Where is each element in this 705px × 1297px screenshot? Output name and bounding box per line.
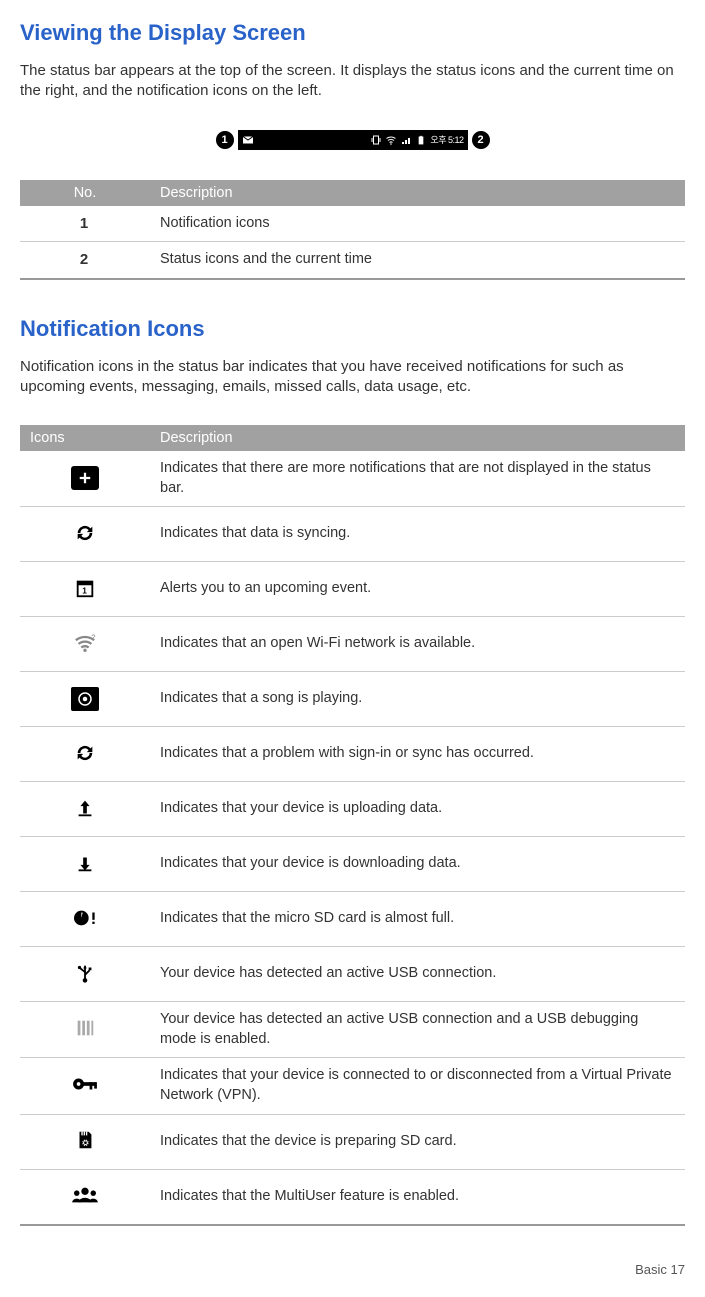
music-playing-icon: [71, 687, 99, 711]
statusbar-diagram: 1 오후 5:12 2: [20, 130, 685, 150]
icon-cell: [20, 947, 150, 1002]
no-cell: 1: [20, 206, 150, 242]
callout-2-icon: 2: [472, 131, 490, 149]
icon-cell: [20, 782, 150, 837]
notification-icons-table: Icons Description Indicates that there a…: [20, 425, 685, 1225]
vpn-icon: [71, 1072, 99, 1096]
signal-icon: [400, 134, 412, 146]
no-cell: 2: [20, 242, 150, 279]
table-row: Indicates that the micro SD card is almo…: [20, 892, 685, 947]
table-row: Your device has detected an active USB c…: [20, 1002, 685, 1058]
table2-header-icons: Icons: [20, 425, 150, 451]
upload-icon: [71, 796, 99, 820]
icon-cell: [20, 727, 150, 782]
desc-cell: Your device has detected an active USB c…: [150, 947, 685, 1002]
sd-almost-full-icon: [71, 906, 99, 930]
desc-cell: Notification icons: [150, 206, 685, 242]
table-row: 1 Alerts you to an upcoming event.: [20, 562, 685, 617]
desc-cell: Indicates that an open Wi-Fi network is …: [150, 617, 685, 672]
desc-cell: Indicates that there are more notificati…: [150, 451, 685, 507]
desc-cell: Indicates that the MultiUser feature is …: [150, 1169, 685, 1225]
multi-user-icon: [71, 1183, 99, 1207]
table-row: ? Indicates that an open Wi-Fi network i…: [20, 617, 685, 672]
table-row: Indicates that your device is connected …: [20, 1058, 685, 1114]
heading-notification-icons: Notification Icons: [20, 316, 685, 342]
calendar-event-icon: 1: [71, 576, 99, 600]
heading-viewing-display-screen: Viewing the Display Screen: [20, 20, 685, 46]
wifi-icon: [385, 134, 397, 146]
mail-icon: [242, 134, 254, 146]
table-row: Indicates that a problem with sign-in or…: [20, 727, 685, 782]
statusbar-parts-table: No. Description 1 Notification icons 2 S…: [20, 180, 685, 280]
download-icon: [71, 851, 99, 875]
page-footer: Basic 17: [20, 1262, 685, 1277]
statusbar-time: 오후 5:12: [430, 133, 463, 146]
table-row: Indicates that data is syncing.: [20, 507, 685, 562]
battery-icon: [415, 134, 427, 146]
desc-cell: Alerts you to an upcoming event.: [150, 562, 685, 617]
table-row: 2 Status icons and the current time: [20, 242, 685, 279]
icon-cell: [20, 1058, 150, 1114]
sd-preparing-icon: [71, 1128, 99, 1152]
icon-cell: [20, 672, 150, 727]
intro-paragraph-1: The status bar appears at the top of the…: [20, 61, 685, 102]
table-row: Indicates that your device is uploading …: [20, 782, 685, 837]
table-row: Indicates that there are more notificati…: [20, 451, 685, 507]
icon-cell: [20, 1002, 150, 1058]
icon-cell: [20, 451, 150, 507]
icon-cell: [20, 1169, 150, 1225]
table-row: 1 Notification icons: [20, 206, 685, 242]
statusbar-graphic: 오후 5:12: [238, 130, 468, 150]
desc-cell: Indicates that your device is downloadin…: [150, 837, 685, 892]
svg-text:1: 1: [82, 586, 87, 595]
icon-cell: [20, 507, 150, 562]
more-notifications-icon: [71, 466, 99, 490]
svg-text:?: ?: [91, 632, 95, 641]
table2-header-desc: Description: [150, 425, 685, 451]
table-row: Indicates that your device is downloadin…: [20, 837, 685, 892]
table1-header-desc: Description: [150, 180, 685, 206]
desc-cell: Your device has detected an active USB c…: [150, 1002, 685, 1058]
table-row: Indicates that the device is preparing S…: [20, 1114, 685, 1169]
usb-debugging-icon: [71, 1016, 99, 1040]
table-row: Indicates that the MultiUser feature is …: [20, 1169, 685, 1225]
usb-connected-icon: [71, 961, 99, 985]
icon-cell: [20, 837, 150, 892]
sync-icon: [71, 521, 99, 545]
table-row: Your device has detected an active USB c…: [20, 947, 685, 1002]
table-row: Indicates that a song is playing.: [20, 672, 685, 727]
desc-cell: Indicates that data is syncing.: [150, 507, 685, 562]
desc-cell: Indicates that a song is playing.: [150, 672, 685, 727]
desc-cell: Indicates that a problem with sign-in or…: [150, 727, 685, 782]
desc-cell: Indicates that your device is connected …: [150, 1058, 685, 1114]
vibrate-icon: [370, 134, 382, 146]
icon-cell: [20, 892, 150, 947]
callout-1-icon: 1: [216, 131, 234, 149]
sync-error-icon: [71, 741, 99, 765]
desc-cell: Status icons and the current time: [150, 242, 685, 279]
table1-header-no: No.: [20, 180, 150, 206]
desc-cell: Indicates that the device is preparing S…: [150, 1114, 685, 1169]
intro-paragraph-2: Notification icons in the status bar ind…: [20, 357, 685, 398]
icon-cell: [20, 1114, 150, 1169]
icon-cell: 1: [20, 562, 150, 617]
desc-cell: Indicates that the micro SD card is almo…: [150, 892, 685, 947]
desc-cell: Indicates that your device is uploading …: [150, 782, 685, 837]
icon-cell: ?: [20, 617, 150, 672]
wifi-open-icon: ?: [71, 631, 99, 655]
